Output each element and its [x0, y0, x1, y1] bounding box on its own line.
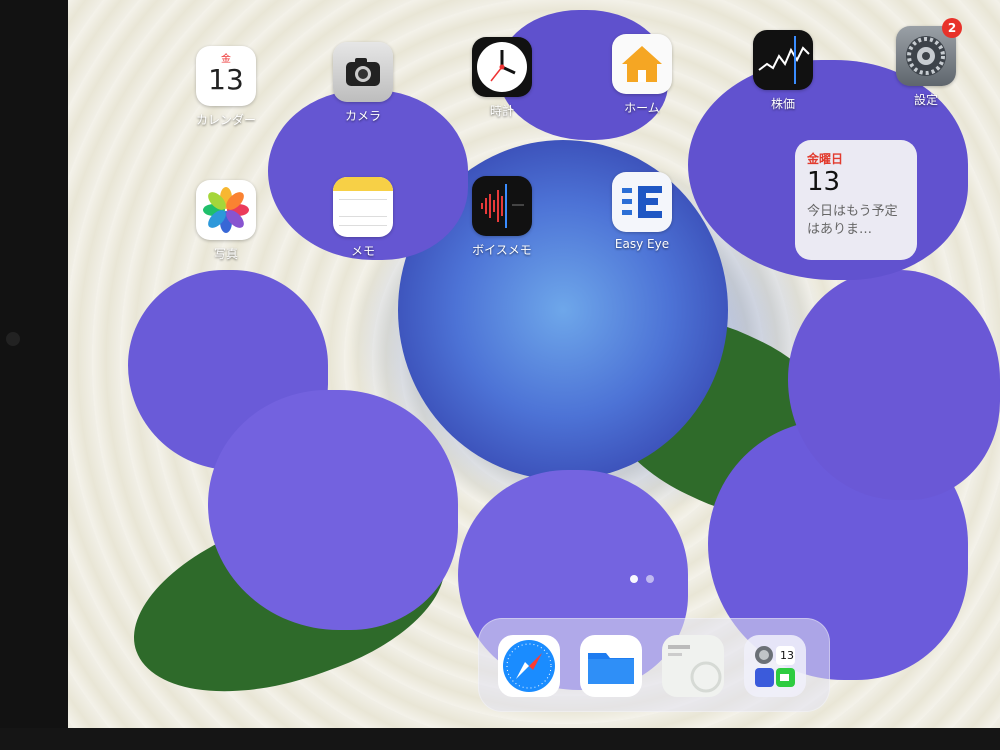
device-bezel-bottom — [0, 728, 1000, 750]
dock-safari[interactable] — [498, 635, 560, 697]
house-icon — [612, 34, 672, 94]
app-settings[interactable]: 2 設定 — [886, 18, 966, 108]
app-label: 写真 — [213, 247, 238, 261]
app-label: Easy Eye — [614, 237, 670, 251]
folder-icon — [588, 653, 634, 684]
app-label: メモ — [350, 244, 375, 258]
easy-eye-icon — [612, 172, 672, 232]
app-voice-memos[interactable]: ボイスメモ — [462, 176, 542, 258]
app-label: ボイスメモ — [472, 243, 532, 257]
widget-weekday: 金曜日 — [807, 152, 844, 166]
camera-icon — [333, 42, 393, 102]
calendar-icon: 金 13 — [196, 46, 256, 106]
app-photos[interactable]: 写真 — [186, 180, 266, 262]
app-label: 設定 — [913, 93, 938, 107]
page-dot-2 — [646, 575, 654, 583]
app-folder-icon — [755, 646, 795, 687]
app-camera[interactable]: カメラ — [323, 42, 403, 124]
app-easy-eye[interactable]: Easy Eye — [602, 172, 682, 251]
dock-app-library-folder[interactable]: 13 — [744, 635, 806, 697]
compass-icon — [503, 640, 555, 692]
app-label: 株価 — [770, 97, 795, 111]
dock-recent-app[interactable] — [662, 635, 724, 697]
document-icon — [668, 645, 722, 693]
folder-calendar-day: 13 — [780, 649, 794, 662]
calendar-widget[interactable]: 金曜日 13 今日はもう予定はありま… — [795, 140, 917, 260]
app-label: カメラ — [344, 109, 381, 123]
page-indicator[interactable] — [630, 575, 654, 583]
clock-icon — [472, 37, 532, 97]
waveform-icon — [472, 176, 532, 236]
app-label: 時計 — [489, 104, 514, 118]
notification-badge: 2 — [942, 18, 962, 38]
app-calendar[interactable]: 金 13 カレンダー — [186, 46, 266, 128]
page-dot-1 — [630, 575, 638, 583]
app-label: カレンダー — [195, 113, 256, 127]
dock: 13 — [478, 618, 830, 712]
app-home[interactable]: ホーム — [602, 34, 682, 116]
app-notes[interactable]: メモ — [323, 177, 403, 259]
stocks-icon — [753, 30, 813, 90]
app-clock[interactable]: 時計 — [462, 37, 542, 119]
home-screen: 金 13 カレンダー カメラ 時計 ホーム 株価 2 設定 写真 メモ ボイスメ… — [68, 0, 1000, 728]
app-stocks[interactable]: 株価 — [743, 30, 823, 112]
notes-icon — [333, 177, 393, 237]
app-label: ホーム — [624, 101, 660, 115]
widget-day: 13 — [807, 167, 841, 197]
widget-message: 今日はもう予定はありま… — [807, 204, 898, 237]
front-camera — [6, 332, 20, 346]
device-bezel — [0, 0, 68, 750]
dock-files[interactable] — [580, 635, 642, 697]
photos-icon — [196, 180, 256, 240]
